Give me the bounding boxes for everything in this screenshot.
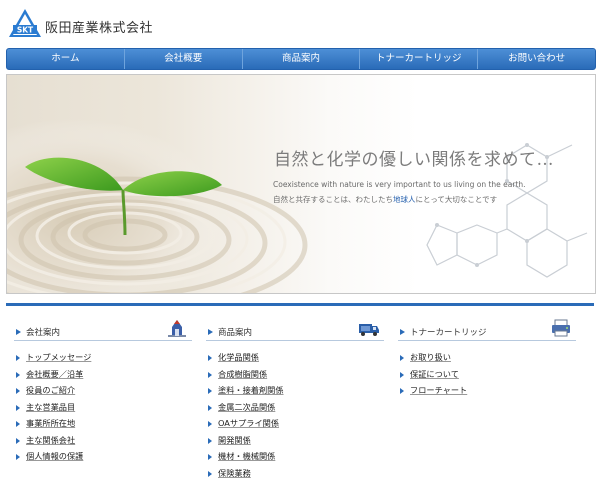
list-item[interactable]: 役員のご紹介 xyxy=(14,382,192,399)
product-links: 化学品関係 合成樹脂関係 塗料・接着剤関係 金属二次品関係 OAサプライ関係 開… xyxy=(206,349,384,481)
column-title-products: 商品案内 xyxy=(218,326,252,338)
list-item[interactable]: OAサプライ関係 xyxy=(206,415,384,432)
list-item[interactable]: 事業所所在地 xyxy=(14,415,192,432)
truck-icon xyxy=(358,318,380,338)
link-section: 会社案内 トップメッセージ 会社概要／沿革 役員のご紹介 主な営業品目 事業所所… xyxy=(6,303,594,477)
hero-subtitle-ja: 自然と共存することは、わたしたち地球人にとって大切なことです xyxy=(273,194,497,205)
list-item[interactable]: 塗料・接着剤関係 xyxy=(206,382,384,399)
list-item[interactable]: 主な営業品目 xyxy=(14,399,192,416)
main-nav: ホーム 会社概要 商品案内 トナーカートリッジ お問い合わせ xyxy=(6,48,596,70)
toner-links: お取り扱い 保証について フローチャート xyxy=(398,349,576,399)
hero-subtitle-en: Coexistence with nature is very importan… xyxy=(273,180,526,189)
company-links: トップメッセージ 会社概要／沿革 役員のご紹介 主な営業品目 事業所所在地 主な… xyxy=(14,349,192,465)
hero-subtitle-ja-highlight: 地球人 xyxy=(393,195,416,204)
list-item[interactable]: 化学品関係 xyxy=(206,349,384,366)
list-item[interactable]: フローチャート xyxy=(398,382,576,399)
column-title-company: 会社案内 xyxy=(26,326,60,338)
column-company: 会社案内 トップメッセージ 会社概要／沿革 役員のご紹介 主な営業品目 事業所所… xyxy=(14,318,192,465)
list-item[interactable]: 機材・機械関係 xyxy=(206,448,384,465)
nav-contact[interactable]: お問い合わせ xyxy=(478,49,595,69)
hero-title: 自然と化学の優しい関係を求めて… xyxy=(274,145,554,170)
hero-banner: 自然と化学の優しい関係を求めて… Coexistence with nature… xyxy=(6,74,596,294)
nav-company[interactable]: 会社概要 xyxy=(125,49,243,69)
column-toner: トナーカートリッジ お取り扱い 保証について フローチャート xyxy=(398,318,576,399)
column-header-products: 商品案内 xyxy=(206,318,384,341)
nav-home[interactable]: ホーム xyxy=(7,49,125,69)
nav-products[interactable]: 商品案内 xyxy=(243,49,361,69)
list-item[interactable]: 保証について xyxy=(398,366,576,383)
list-item[interactable]: トップメッセージ xyxy=(14,349,192,366)
printer-icon xyxy=(550,318,572,338)
list-item[interactable]: お取り扱い xyxy=(398,349,576,366)
company-logo[interactable]: SKT xyxy=(8,8,42,38)
column-header-company: 会社案内 xyxy=(14,318,192,341)
list-item[interactable]: 保険業務 xyxy=(206,465,384,481)
building-icon xyxy=(166,318,188,338)
list-item[interactable]: 主な関係会社 xyxy=(14,432,192,449)
column-products: 商品案内 化学品関係 合成樹脂関係 塗料・接着剤関係 金属二次品関係 OAサプラ… xyxy=(206,318,384,481)
list-item[interactable]: 金属二次品関係 xyxy=(206,399,384,416)
nav-toner[interactable]: トナーカートリッジ xyxy=(360,49,478,69)
list-item[interactable]: 合成樹脂関係 xyxy=(206,366,384,383)
list-item[interactable]: 個人情報の保護 xyxy=(14,448,192,465)
arrow-icon xyxy=(400,329,405,335)
list-item[interactable]: 開発関係 xyxy=(206,432,384,449)
list-item[interactable]: 会社概要／沿革 xyxy=(14,366,192,383)
hero-subtitle-ja-post: にとって大切なことです xyxy=(416,195,498,204)
column-header-toner: トナーカートリッジ xyxy=(398,318,576,341)
header: SKT 阪田産業株式会社 xyxy=(0,0,600,46)
hero-subtitle-ja-pre: 自然と共存することは、わたしたち xyxy=(273,195,393,204)
column-title-toner: トナーカートリッジ xyxy=(410,326,487,338)
company-name: 阪田産業株式会社 xyxy=(45,17,153,36)
arrow-icon xyxy=(208,329,213,335)
logo-triangle-icon: SKT xyxy=(8,8,42,38)
arrow-icon xyxy=(16,329,21,335)
logo-text: SKT xyxy=(17,26,34,35)
